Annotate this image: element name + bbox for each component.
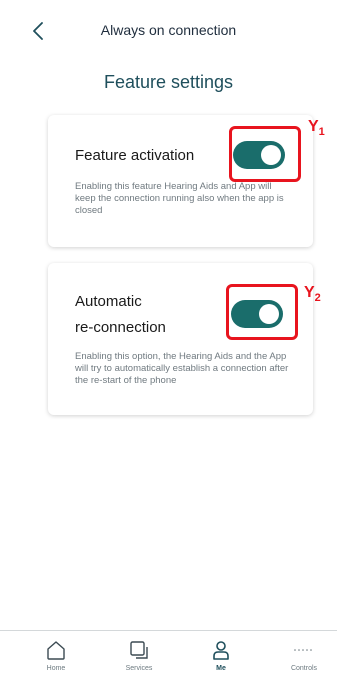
feature-activation-description: Enabling this feature Hearing Aids and A… [75,181,284,216]
annotation-subscript: 2 [314,292,321,305]
nav-label-controls: Controls [290,665,318,672]
phone-screen: Always on connection Feature settings Fe… [0,0,337,678]
automatic-reconnection-description: Enabling this option, the Hearing Aids a… [75,351,289,386]
nav-item-services[interactable]: Services [109,637,169,672]
header: Always on connection [0,0,337,60]
highlight-box-y2 [226,284,298,340]
page-title: Feature settings [103,72,234,92]
nav-item-controls[interactable]: Controls [274,637,334,672]
bottom-navigation: Home Services Me Controls [0,630,337,678]
feature-activation-title: Feature activation [75,147,195,164]
person-icon [213,641,229,660]
more-dots-icon [294,649,312,651]
header-title: Always on connection [100,22,237,38]
nav-label-me: Me [216,665,226,672]
nav-label-home: Home [46,665,66,672]
annotation-label-y2: Y2 [304,284,321,304]
automatic-reconnection-title-line1: Automatic [75,293,142,310]
automatic-reconnection-title-line2: re-connection [75,319,166,336]
nav-label-services: Services [125,665,153,672]
annotation-letter: Y [304,284,315,301]
highlight-box-y1 [229,126,301,182]
automatic-reconnection-title: Automatic re-connection [75,291,215,339]
annotation-subscript: 1 [318,126,325,139]
services-icon [130,641,148,659]
nav-item-home[interactable]: Home [26,637,86,672]
home-icon [47,641,65,660]
annotation-letter: Y [308,118,319,135]
annotation-label-y1: Y1 [308,118,325,138]
nav-item-me[interactable]: Me [191,637,251,672]
